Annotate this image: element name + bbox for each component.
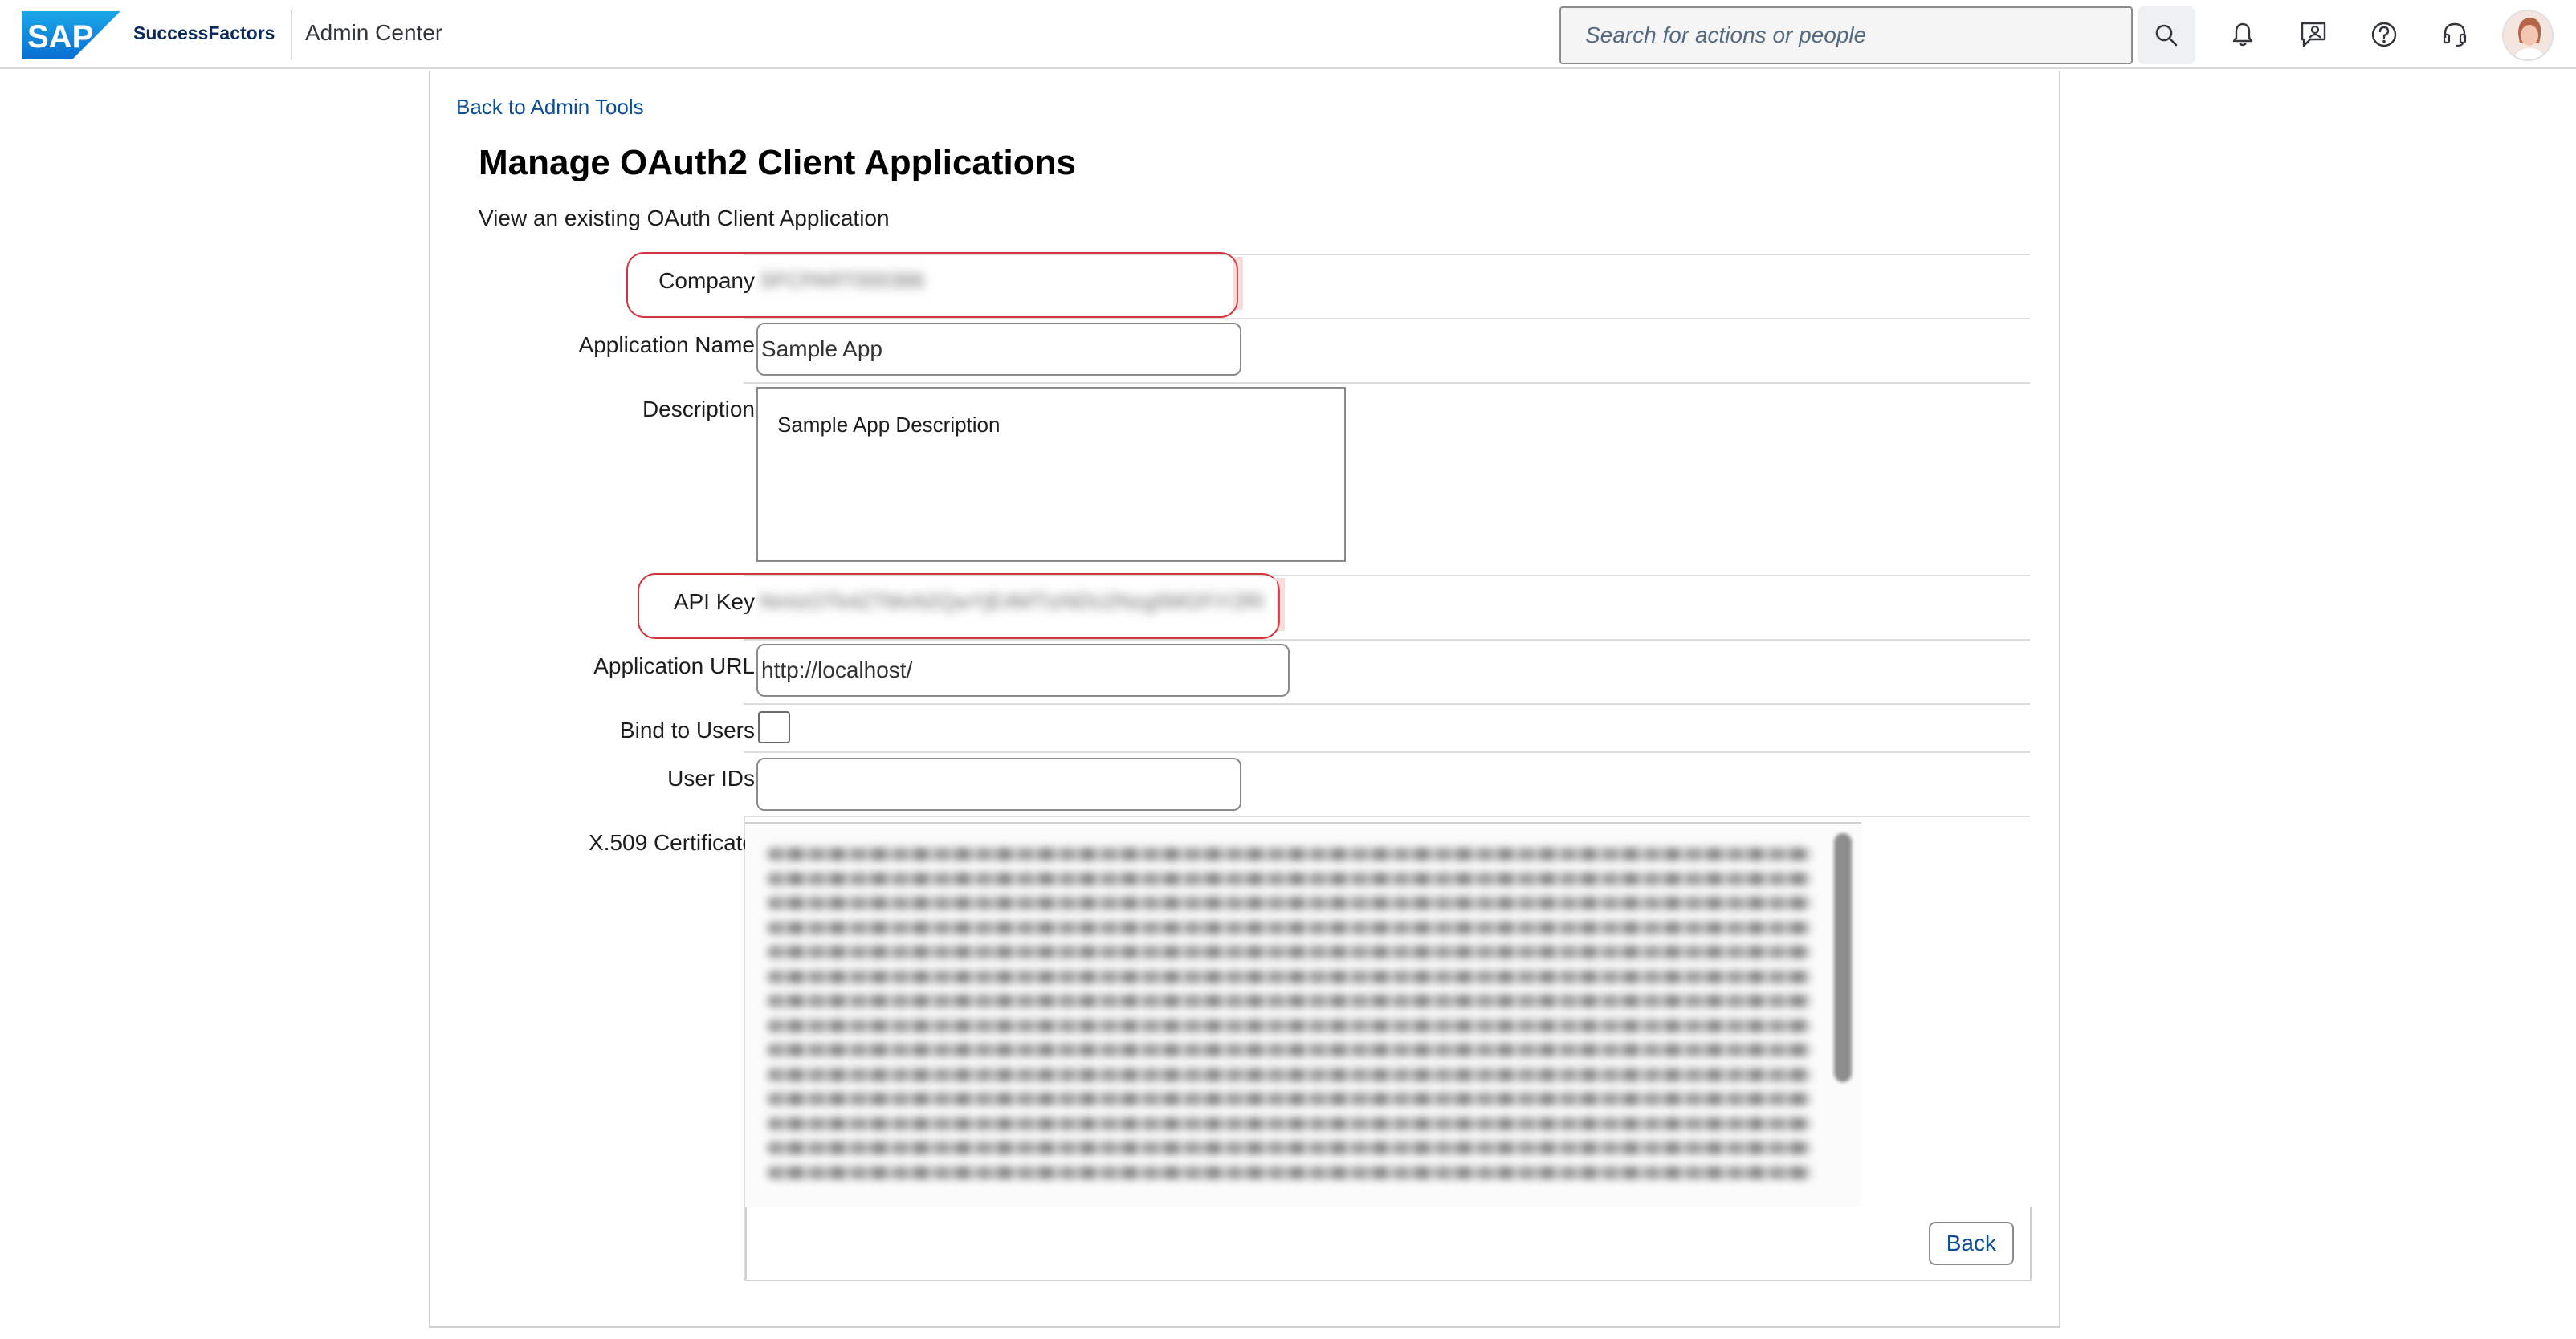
bind-to-users-label: Bind to Users <box>619 718 755 743</box>
back-to-admin-tools-link[interactable]: Back to Admin Tools <box>456 95 644 120</box>
row-divider <box>744 751 2030 753</box>
search-button[interactable] <box>2138 6 2195 64</box>
page-subtitle: View an existing OAuth Client Applicatio… <box>479 206 890 230</box>
row-divider <box>744 318 2030 319</box>
certificate-textarea[interactable] <box>745 822 1861 1214</box>
page-title: Manage OAuth2 Client Applications <box>479 143 1076 182</box>
certificate-label: X.509 Certificate <box>589 830 755 855</box>
feedback-button[interactable] <box>2293 14 2333 55</box>
help-button[interactable] <box>2364 14 2404 55</box>
row-divider <box>744 382 2030 384</box>
sap-logo-text: SAP <box>27 19 93 55</box>
headset-icon <box>2443 22 2467 47</box>
user-ids-label: User IDs <box>667 766 755 791</box>
row-divider <box>744 703 2030 705</box>
user-avatar-icon <box>2504 11 2552 59</box>
feedback-icon <box>2301 22 2326 47</box>
avatar[interactable] <box>2502 10 2554 61</box>
api-key-value: NmIzOTk4ZTMxN2QwYjE4MTIzNDU2Nzg5MGFiY2Rl <box>760 589 1263 613</box>
api-key-field[interactable]: NmIzOTk4ZTMxN2QwYjE4MTIzNDU2Nzg5MGFiY2Rl <box>756 578 1277 631</box>
notifications-button[interactable] <box>2223 14 2263 55</box>
shell-bar: SAP SuccessFactors Admin Center <box>0 0 2576 69</box>
api-key-label: API Key <box>673 589 755 614</box>
support-button[interactable] <box>2435 14 2475 55</box>
company-highlight-tail <box>1233 257 1243 310</box>
sap-logo[interactable]: SAP <box>22 11 120 59</box>
user-ids-input[interactable] <box>756 758 1241 811</box>
shell-divider <box>291 10 292 59</box>
company-field[interactable]: SFCPART000386 <box>756 257 1233 310</box>
application-url-label: Application URL <box>593 653 755 678</box>
description-textarea[interactable]: Sample App Description <box>756 387 1346 562</box>
application-name-input[interactable] <box>756 323 1241 376</box>
search-icon <box>2155 24 2178 47</box>
row-divider <box>744 639 2030 641</box>
description-label: Description <box>642 397 755 421</box>
application-url-input[interactable] <box>756 644 1290 697</box>
company-value: SFCPART000386 <box>760 268 925 292</box>
row-divider <box>744 816 2030 817</box>
company-label: Company <box>658 268 755 293</box>
brand-name: SuccessFactors <box>133 22 275 43</box>
back-button[interactable]: Back <box>1928 1222 2014 1265</box>
search-input[interactable] <box>1559 6 2133 64</box>
content-panel: Back to Admin Tools Manage OAuth2 Client… <box>429 71 2060 1328</box>
bell-icon <box>2232 22 2253 47</box>
description-value: Sample App Description <box>777 413 1001 437</box>
help-icon <box>2371 22 2397 47</box>
form-footer: Back <box>745 1207 2032 1281</box>
bind-to-users-checkbox[interactable] <box>758 711 790 743</box>
certificate-content <box>768 848 1812 1190</box>
application-name-label: Application Name <box>578 332 755 357</box>
certificate-scrollbar[interactable] <box>1834 833 1852 1082</box>
shell-title[interactable]: Admin Center <box>305 20 442 46</box>
